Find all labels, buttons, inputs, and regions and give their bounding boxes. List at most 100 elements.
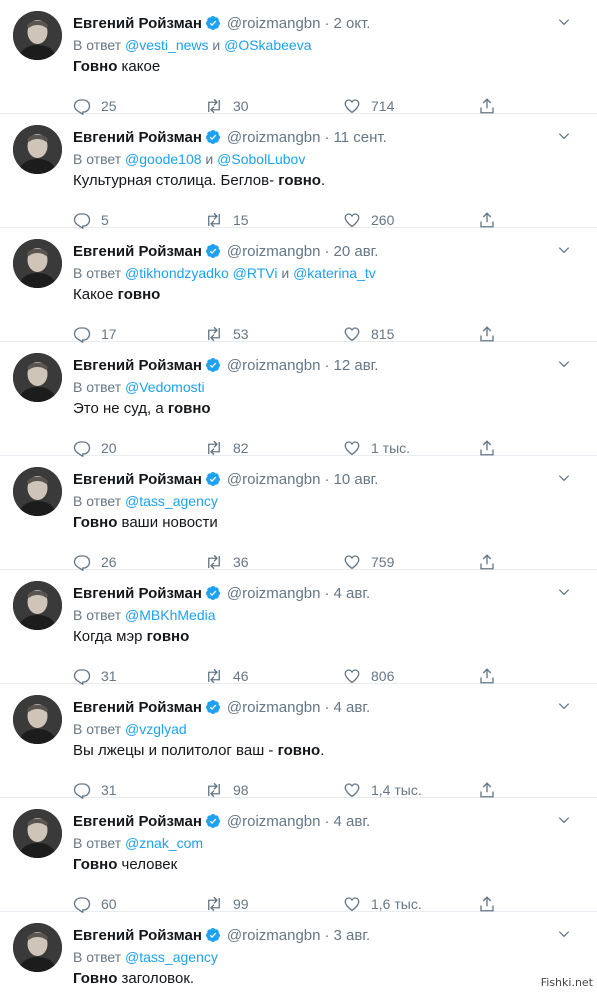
mention-link[interactable]: @vzglyad [125, 721, 187, 737]
like-button[interactable]: 1,6 тыс. [343, 895, 422, 913]
author-name[interactable]: Евгений Ройзман [73, 129, 202, 146]
avatar[interactable] [13, 11, 62, 60]
like-button[interactable]: 714 [343, 97, 394, 115]
chevron-down-icon[interactable] [557, 813, 571, 827]
like-button[interactable]: 759 [343, 553, 394, 571]
tweet-date[interactable]: 2 окт. [334, 15, 371, 32]
share-button[interactable] [478, 325, 496, 343]
chevron-down-icon[interactable] [557, 927, 571, 941]
mention-link[interactable]: @katerina_tv [293, 265, 376, 281]
avatar[interactable] [13, 923, 62, 972]
tweet-date[interactable]: 4 авг. [334, 699, 371, 716]
share-button[interactable] [478, 895, 496, 913]
tweet-date[interactable]: 12 авг. [334, 357, 379, 374]
retweet-button[interactable]: 36 [205, 553, 249, 571]
share-button[interactable] [478, 211, 496, 229]
author-name[interactable]: Евгений Ройзман [73, 699, 202, 716]
tweet[interactable]: Евгений Ройзман @roizmangbn · 11 сент. В отв… [0, 114, 597, 229]
retweet-button[interactable]: 98 [205, 781, 249, 799]
mention-link[interactable]: @MBKhMedia [125, 607, 215, 623]
reply-button[interactable]: 25 [73, 97, 117, 115]
tweet[interactable]: Евгений Ройзман @roizmangbn · 3 авг. В ответ… [0, 912, 597, 992]
avatar[interactable] [13, 125, 62, 174]
reply-button[interactable]: 17 [73, 325, 117, 343]
tweet[interactable]: Евгений Ройзман @roizmangbn · 4 авг. В ответ… [0, 570, 597, 685]
mention-link[interactable]: @goode108 [125, 151, 202, 167]
retweet-button[interactable]: 46 [205, 667, 249, 685]
avatar[interactable] [13, 809, 62, 858]
tweet-date[interactable]: 20 авг. [334, 243, 379, 260]
like-button[interactable]: 1,4 тыс. [343, 781, 422, 799]
reply-button[interactable]: 20 [73, 439, 117, 457]
tweet[interactable]: Евгений Ройзман @roizmangbn · 12 авг. В отве… [0, 342, 597, 457]
tweet-date[interactable]: 3 авг. [334, 927, 371, 944]
chevron-down-icon[interactable] [557, 15, 571, 29]
mention-link[interactable]: @znak_com [125, 835, 203, 851]
mention-link[interactable]: @RTVi [233, 265, 278, 281]
share-button[interactable] [478, 97, 496, 115]
mention-link[interactable]: @SobolLubov [217, 151, 305, 167]
reply-button[interactable]: 5 [73, 211, 109, 229]
like-button[interactable]: 260 [343, 211, 394, 229]
avatar[interactable] [13, 467, 62, 516]
avatar[interactable] [13, 353, 62, 402]
avatar[interactable] [13, 239, 62, 288]
author-handle[interactable]: @roizmangbn [227, 357, 321, 374]
author-handle[interactable]: @roizmangbn [227, 585, 321, 602]
reply-button[interactable]: 31 [73, 667, 117, 685]
avatar[interactable] [13, 695, 62, 744]
mention-link[interactable]: @tass_agency [125, 949, 218, 965]
chevron-down-icon[interactable] [557, 357, 571, 371]
author-name[interactable]: Евгений Ройзман [73, 927, 202, 944]
share-button[interactable] [478, 667, 496, 685]
author-name[interactable]: Евгений Ройзман [73, 813, 202, 830]
mention-link[interactable]: @vesti_news [125, 37, 208, 53]
author-handle[interactable]: @roizmangbn [227, 699, 321, 716]
tweet-date[interactable]: 4 авг. [334, 585, 371, 602]
retweet-button[interactable]: 82 [205, 439, 249, 457]
author-handle[interactable]: @roizmangbn [227, 129, 321, 146]
tweet-text: Это не суд, а говно [73, 398, 587, 420]
chevron-down-icon[interactable] [557, 129, 571, 143]
share-button[interactable] [478, 439, 496, 457]
like-button[interactable]: 806 [343, 667, 394, 685]
author-name[interactable]: Евгений Ройзман [73, 15, 202, 32]
mention-link[interactable]: @tass_agency [125, 493, 218, 509]
reply-button[interactable]: 60 [73, 895, 117, 913]
chevron-down-icon[interactable] [557, 699, 571, 713]
author-handle[interactable]: @roizmangbn [227, 243, 321, 260]
author-handle[interactable]: @roizmangbn [227, 927, 321, 944]
like-button[interactable]: 1 тыс. [343, 439, 410, 457]
tweet-date[interactable]: 10 авг. [334, 471, 379, 488]
tweet-date[interactable]: 11 сент. [334, 129, 387, 146]
like-button[interactable]: 815 [343, 325, 394, 343]
mention-link[interactable]: @Vedomosti [125, 379, 205, 395]
share-button[interactable] [478, 781, 496, 799]
retweet-button[interactable]: 53 [205, 325, 249, 343]
mention-link[interactable]: @OSkabeeva [224, 37, 311, 53]
share-button[interactable] [478, 553, 496, 571]
mention-link[interactable]: @tikhondzyadko [125, 265, 229, 281]
author-handle[interactable]: @roizmangbn [227, 15, 321, 32]
reply-button[interactable]: 31 [73, 781, 117, 799]
reply-button[interactable]: 26 [73, 553, 117, 571]
avatar[interactable] [13, 581, 62, 630]
chevron-down-icon[interactable] [557, 471, 571, 485]
tweet[interactable]: Евгений Ройзман @roizmangbn · 2 окт. В ответ… [0, 0, 597, 115]
tweet[interactable]: Евгений Ройзман @roizmangbn · 4 авг. В ответ… [0, 798, 597, 913]
tweet[interactable]: Евгений Ройзман @roizmangbn · 4 авг. В ответ… [0, 684, 597, 799]
author-name[interactable]: Евгений Ройзман [73, 585, 202, 602]
author-name[interactable]: Евгений Ройзман [73, 357, 202, 374]
author-handle[interactable]: @roizmangbn [227, 471, 321, 488]
tweet[interactable]: Евгений Ройзман @roizmangbn · 20 авг. В отве… [0, 228, 597, 343]
tweet[interactable]: Евгений Ройзман @roizmangbn · 10 авг. В отве… [0, 456, 597, 571]
retweet-button[interactable]: 30 [205, 97, 249, 115]
retweet-button[interactable]: 99 [205, 895, 249, 913]
retweet-button[interactable]: 15 [205, 211, 249, 229]
chevron-down-icon[interactable] [557, 585, 571, 599]
author-handle[interactable]: @roizmangbn [227, 813, 321, 830]
author-name[interactable]: Евгений Ройзман [73, 243, 202, 260]
tweet-date[interactable]: 4 авг. [334, 813, 371, 830]
author-name[interactable]: Евгений Ройзман [73, 471, 202, 488]
chevron-down-icon[interactable] [557, 243, 571, 257]
